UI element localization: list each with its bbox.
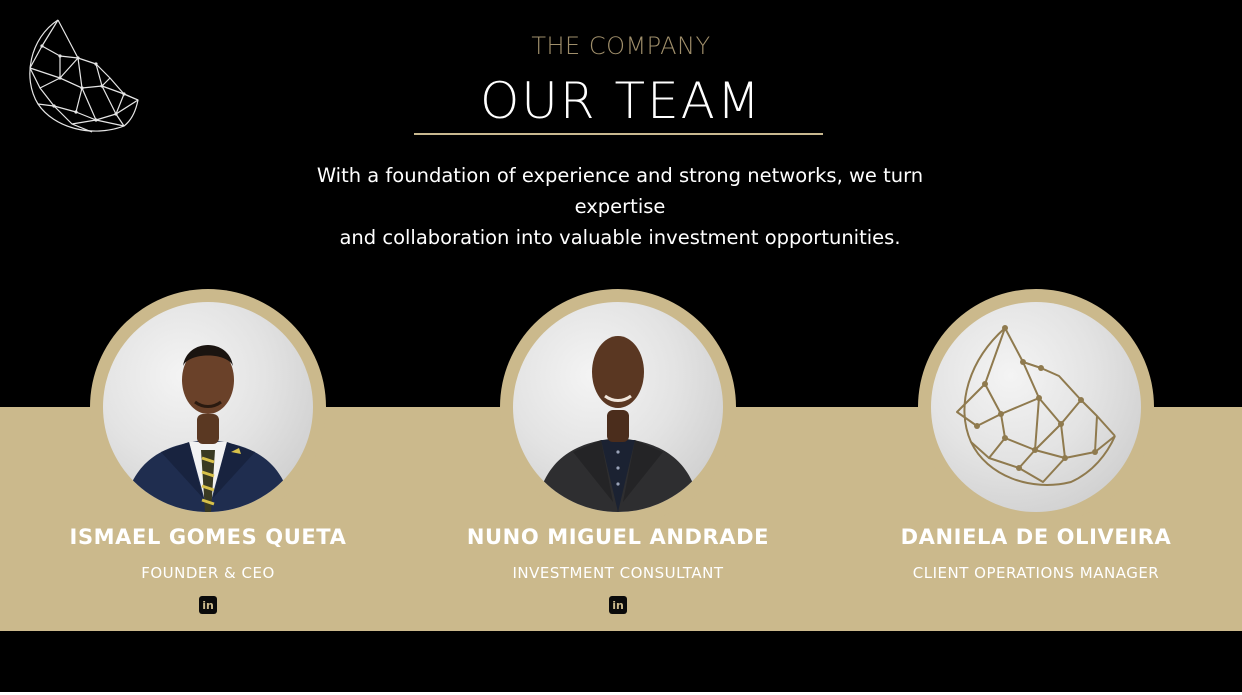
linkedin-icon[interactable]: in [199, 596, 217, 614]
avatar [931, 302, 1141, 512]
person-photo-icon [123, 345, 293, 512]
page-title: OUR TEAM [479, 72, 763, 130]
avatar [513, 302, 723, 512]
avatar-ring [918, 289, 1154, 525]
member-name: NUNO MIGUEL ANDRADE [466, 525, 770, 549]
intro-text: With a foundation of experience and stro… [270, 160, 970, 253]
logo-placeholder-icon [956, 325, 1116, 486]
section-kicker: THE COMPANY [531, 32, 711, 60]
linkedin-label: in [612, 599, 624, 612]
title-divider [414, 133, 823, 135]
avatar [103, 302, 313, 512]
member-role: INVESTMENT CONSULTANT [512, 564, 724, 582]
avatar-ring [90, 289, 326, 525]
linkedin-label: in [202, 599, 214, 612]
member-role: CLIENT OPERATIONS MANAGER [912, 564, 1160, 582]
intro-line-2: and collaboration into valuable investme… [339, 226, 901, 249]
person-photo-icon [535, 336, 701, 512]
avatar-ring [500, 289, 736, 525]
team-page: THE COMPANY OUR TEAM With a foundation o… [0, 0, 1242, 695]
member-name: DANIELA DE OLIVEIRA [900, 525, 1172, 549]
member-role: FOUNDER & CEO [141, 564, 275, 582]
intro-line-1: With a foundation of experience and stro… [316, 164, 924, 218]
member-name: ISMAEL GOMES QUETA [69, 525, 347, 549]
linkedin-icon[interactable]: in [609, 596, 627, 614]
